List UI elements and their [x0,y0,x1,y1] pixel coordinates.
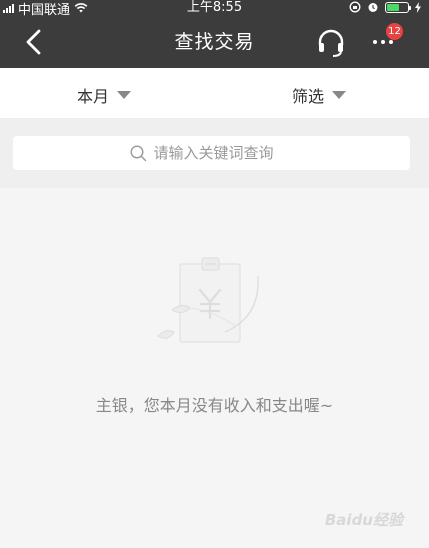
watermark: Baidu经验 [324,511,403,529]
search-input[interactable] [153,144,294,162]
empty-state-message: 主银，您本月没有收入和支出喔~ [95,396,334,415]
status-bar: 中国联通 上午8:55 [0,0,429,18]
more-button[interactable]: 12 [368,23,404,56]
screen-filter-label: 筛选 [292,87,325,106]
more-dots-icon [373,40,393,44]
caret-down-icon [332,91,347,99]
customer-service-button[interactable] [316,28,346,58]
screen-filter[interactable]: 筛选 [292,83,347,107]
month-filter[interactable]: 本月 [77,83,132,107]
headset-icon [318,29,344,57]
rotation-lock-icon [349,1,361,13]
notification-badge: 12 [386,23,403,40]
filter-bar: 本月 筛选 [0,68,429,118]
search-icon [129,144,146,161]
page-title: 查找交易 [174,31,255,53]
top-header: 中国联通 上午8:55 查找交易 12 [0,0,429,68]
status-right [349,1,421,13]
month-filter-label: 本月 [77,87,110,106]
caret-down-icon [117,91,132,99]
battery-icon [385,1,411,13]
alarm-icon [368,3,378,12]
charging-icon [415,1,421,13]
empty-bill-icon [157,257,259,343]
search-box[interactable] [13,136,410,170]
search-area [0,118,429,188]
